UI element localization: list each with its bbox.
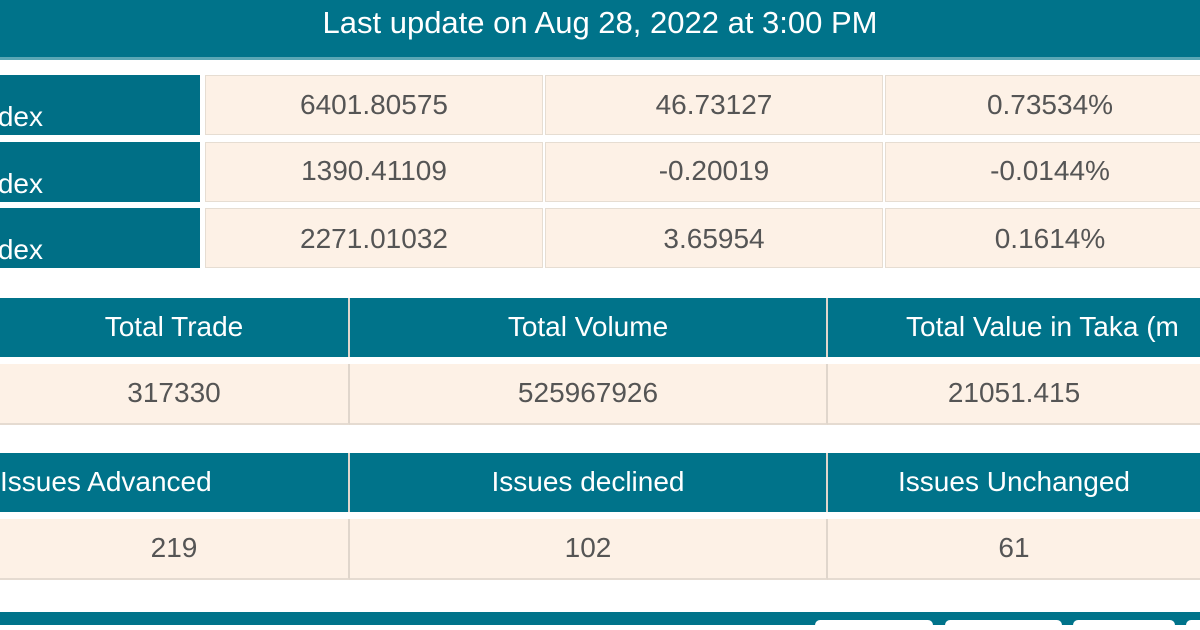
nav-button-2[interactable] [945,620,1062,630]
index-change: -0.20019 [545,142,883,202]
index-label-text: ndex [0,101,43,132]
trade-header: Total Volume [350,298,828,357]
index-change: 3.65954 [545,208,883,268]
last-update-header: Last update on Aug 28, 2022 at 3:00 PM [0,0,1200,60]
index-label-text: ndex [0,168,43,199]
issues-value: 219 [0,519,350,580]
index-percent: -0.0144% [885,142,1200,202]
index-percent: 0.1614% [885,208,1200,268]
nav-button-3[interactable] [1073,620,1175,630]
nav-button-1[interactable] [815,620,933,630]
issues-value: 61 [828,519,1200,580]
index-label: ndex [0,142,200,202]
index-label-text: dex [0,234,43,265]
index-label: ndex [0,75,200,135]
trade-value: 21051.415 [828,364,1200,425]
trade-value: 317330 [0,364,350,425]
index-percent: 0.73534% [885,75,1200,135]
nav-button-4[interactable] [1186,620,1200,630]
trade-header: Total Value in Taka (m [828,298,1200,357]
index-value: 2271.01032 [205,208,543,268]
index-label: dex [0,208,200,268]
issues-header: Issues Unchanged [828,453,1200,512]
index-value: 1390.41109 [205,142,543,202]
index-value: 6401.80575 [205,75,543,135]
trade-value: 525967926 [350,364,828,425]
issues-value: 102 [350,519,828,580]
issues-header: Issues Advanced [0,453,350,512]
issues-header: Issues declined [350,453,828,512]
trade-header: Total Trade [0,298,350,357]
index-change: 46.73127 [545,75,883,135]
